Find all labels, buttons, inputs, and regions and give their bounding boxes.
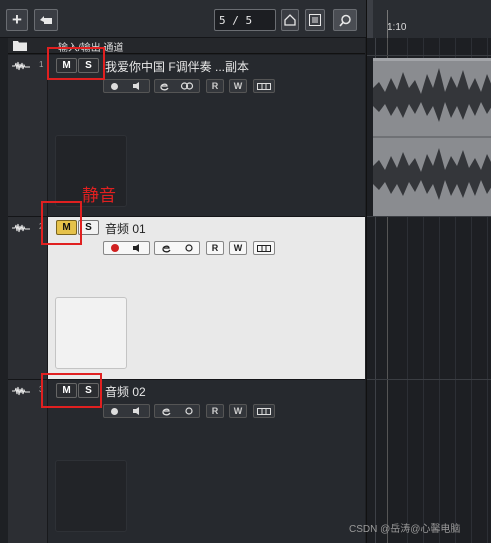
plus-icon: +: [12, 10, 22, 29]
record-icon[interactable]: [111, 82, 119, 90]
track-thumbnail: [55, 297, 127, 369]
lanes-button[interactable]: [253, 79, 275, 93]
write-button[interactable]: W: [229, 241, 247, 255]
audio-event[interactable]: [373, 58, 491, 216]
import-button[interactable]: [34, 9, 58, 31]
link-icon[interactable]: [184, 244, 193, 252]
read-button[interactable]: R: [206, 241, 224, 255]
lanes-icon: [257, 82, 271, 90]
list-icon: [309, 14, 321, 26]
track-name: 音频 02: [105, 385, 146, 399]
search-button[interactable]: [333, 9, 357, 31]
watermark: CSDN @岳涛@心馨电脑: [349, 524, 461, 535]
write-button[interactable]: W: [229, 404, 247, 418]
track-name: 我爱你中国 F调伴奏 ...副本: [105, 60, 250, 74]
waveform-icon: [12, 223, 30, 233]
waveform-icon: [12, 386, 30, 396]
annotation-box: [41, 373, 102, 408]
timeline-ruler[interactable]: 1:10: [366, 0, 491, 38]
lanes-icon: [257, 407, 271, 415]
edit-link-group: [154, 241, 200, 255]
home-icon: [284, 14, 296, 26]
monitor-icon[interactable]: [132, 407, 142, 415]
monitor-icon[interactable]: [132, 82, 142, 90]
lanes-button[interactable]: [253, 241, 275, 255]
track-number: 1: [39, 60, 44, 69]
search-icon: [338, 14, 351, 27]
record-icon[interactable]: [111, 407, 119, 415]
track-name: 音频 01: [105, 222, 146, 236]
folder-icon: [13, 41, 27, 51]
monitor-icon[interactable]: [133, 244, 142, 252]
mute-annotation: 静音: [82, 186, 116, 206]
record-monitor-group: [103, 241, 150, 255]
link-icon[interactable]: [184, 407, 193, 415]
read-button[interactable]: R: [206, 404, 224, 418]
link-icon[interactable]: [180, 82, 194, 90]
edit-icon[interactable]: [161, 244, 172, 253]
record-monitor-group: [103, 79, 150, 93]
edit-link-group: [154, 79, 200, 93]
record-icon[interactable]: [111, 244, 119, 252]
edit-link-group: [154, 404, 200, 418]
import-icon: [40, 16, 52, 24]
home-button[interactable]: [281, 9, 299, 31]
lanes-button[interactable]: [253, 404, 275, 418]
waveform-icon: [12, 61, 30, 71]
edit-icon[interactable]: [160, 82, 170, 91]
annotation-box: [41, 201, 82, 245]
lanes-icon: [257, 244, 271, 252]
track-counter: 5 / 5: [214, 9, 276, 31]
add-track-button[interactable]: +: [6, 9, 28, 31]
write-button[interactable]: W: [229, 79, 247, 93]
record-monitor-group: [103, 404, 150, 418]
list-button[interactable]: [305, 9, 325, 31]
track-thumbnail: [55, 460, 127, 532]
ruler-marker: 1:10: [387, 22, 407, 33]
edit-icon[interactable]: [161, 407, 172, 416]
read-button[interactable]: R: [206, 79, 224, 93]
annotation-box: [47, 47, 105, 80]
arrangement-area[interactable]: [366, 38, 491, 543]
